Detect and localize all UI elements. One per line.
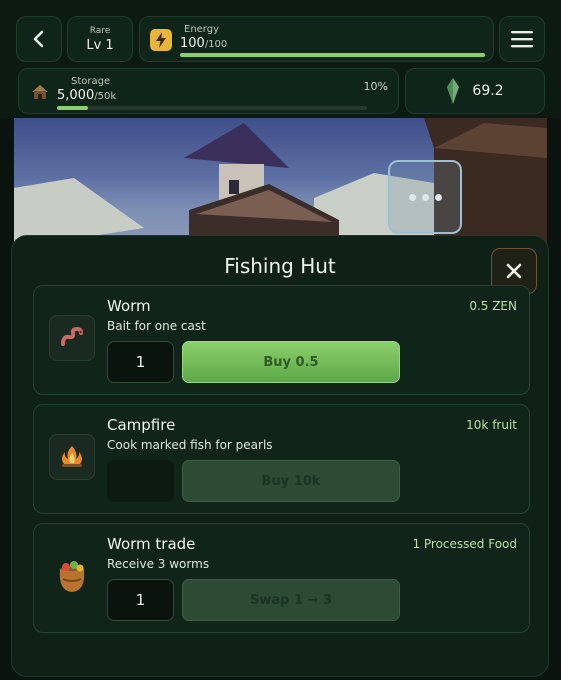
item-price: 10k fruit — [466, 418, 517, 432]
energy-bar-fill — [180, 53, 485, 57]
item-name: Worm trade — [107, 535, 196, 553]
shop-modal: Fishing Hut Worm Bait for one cast 0.5 Z… — [11, 235, 549, 677]
item-name: Campfire — [107, 416, 176, 434]
crystal-icon — [447, 78, 460, 104]
shop-item-campfire: Campfire Cook marked fish for pearls 10k… — [33, 404, 530, 514]
hamburger-icon — [511, 31, 533, 48]
shop-item-worm: Worm Bait for one cast 0.5 ZEN 1 Buy 0.5 — [33, 285, 530, 395]
zen-balance: 69.2 — [472, 83, 504, 99]
rarity-label: Rare — [89, 25, 111, 36]
energy-value: 100/100 — [180, 36, 228, 51]
level-label: Lv 1 — [86, 37, 114, 53]
village-scenery — [14, 118, 547, 248]
hut-icon — [32, 85, 48, 99]
menu-button[interactable] — [499, 16, 545, 62]
storage-bar — [57, 106, 367, 110]
level-badge: Rare Lv 1 — [67, 16, 133, 62]
modal-title: Fishing Hut — [224, 254, 336, 278]
item-price: 1 Processed Food — [412, 537, 517, 551]
item-description: Cook marked fish for pearls — [107, 438, 273, 452]
top-hud: Rare Lv 1 Energy 100/100 Storage 5,000/5… — [0, 0, 561, 118]
storage-value: 5,000/50k — [57, 88, 117, 103]
storage-percent: 10% — [363, 80, 388, 93]
quantity-input[interactable]: 1 — [107, 341, 174, 383]
game-scene — [14, 118, 547, 248]
campfire-icon — [49, 434, 95, 480]
energy-label: Energy — [184, 24, 220, 35]
shop-item-worm-trade: Worm trade Receive 3 worms 1 Processed F… — [33, 523, 530, 633]
energy-max: /100 — [204, 39, 228, 50]
more-dots-icon — [408, 193, 416, 201]
item-price: 0.5 ZEN — [469, 299, 517, 313]
more-dots-icon — [434, 193, 442, 201]
storage-label: Storage — [71, 76, 111, 87]
food-bag-icon — [49, 553, 95, 599]
close-icon — [506, 263, 522, 279]
storage-max: /50k — [94, 91, 117, 102]
item-description: Bait for one cast — [107, 319, 206, 333]
more-dots-icon — [421, 193, 429, 201]
quantity-input[interactable]: 1 — [107, 579, 174, 621]
item-name: Worm — [107, 297, 151, 315]
storage-panel: Storage 5,000/50k 10% — [18, 68, 399, 114]
back-button[interactable] — [16, 16, 62, 62]
quantity-placeholder — [107, 460, 174, 502]
storage-bar-fill — [57, 106, 88, 110]
swap-button[interactable]: Swap 1 → 3 — [182, 579, 400, 621]
zen-balance-panel: 69.2 — [405, 68, 545, 114]
lightning-icon — [150, 29, 172, 51]
chevron-left-icon — [33, 30, 44, 48]
item-description: Receive 3 worms — [107, 557, 210, 571]
energy-bar — [180, 53, 485, 57]
worm-icon — [49, 315, 95, 361]
more-button[interactable] — [388, 160, 462, 234]
buy-campfire-button[interactable]: Buy 10k — [182, 460, 400, 502]
energy-panel: Energy 100/100 — [139, 16, 494, 62]
buy-worm-button[interactable]: Buy 0.5 — [182, 341, 400, 383]
